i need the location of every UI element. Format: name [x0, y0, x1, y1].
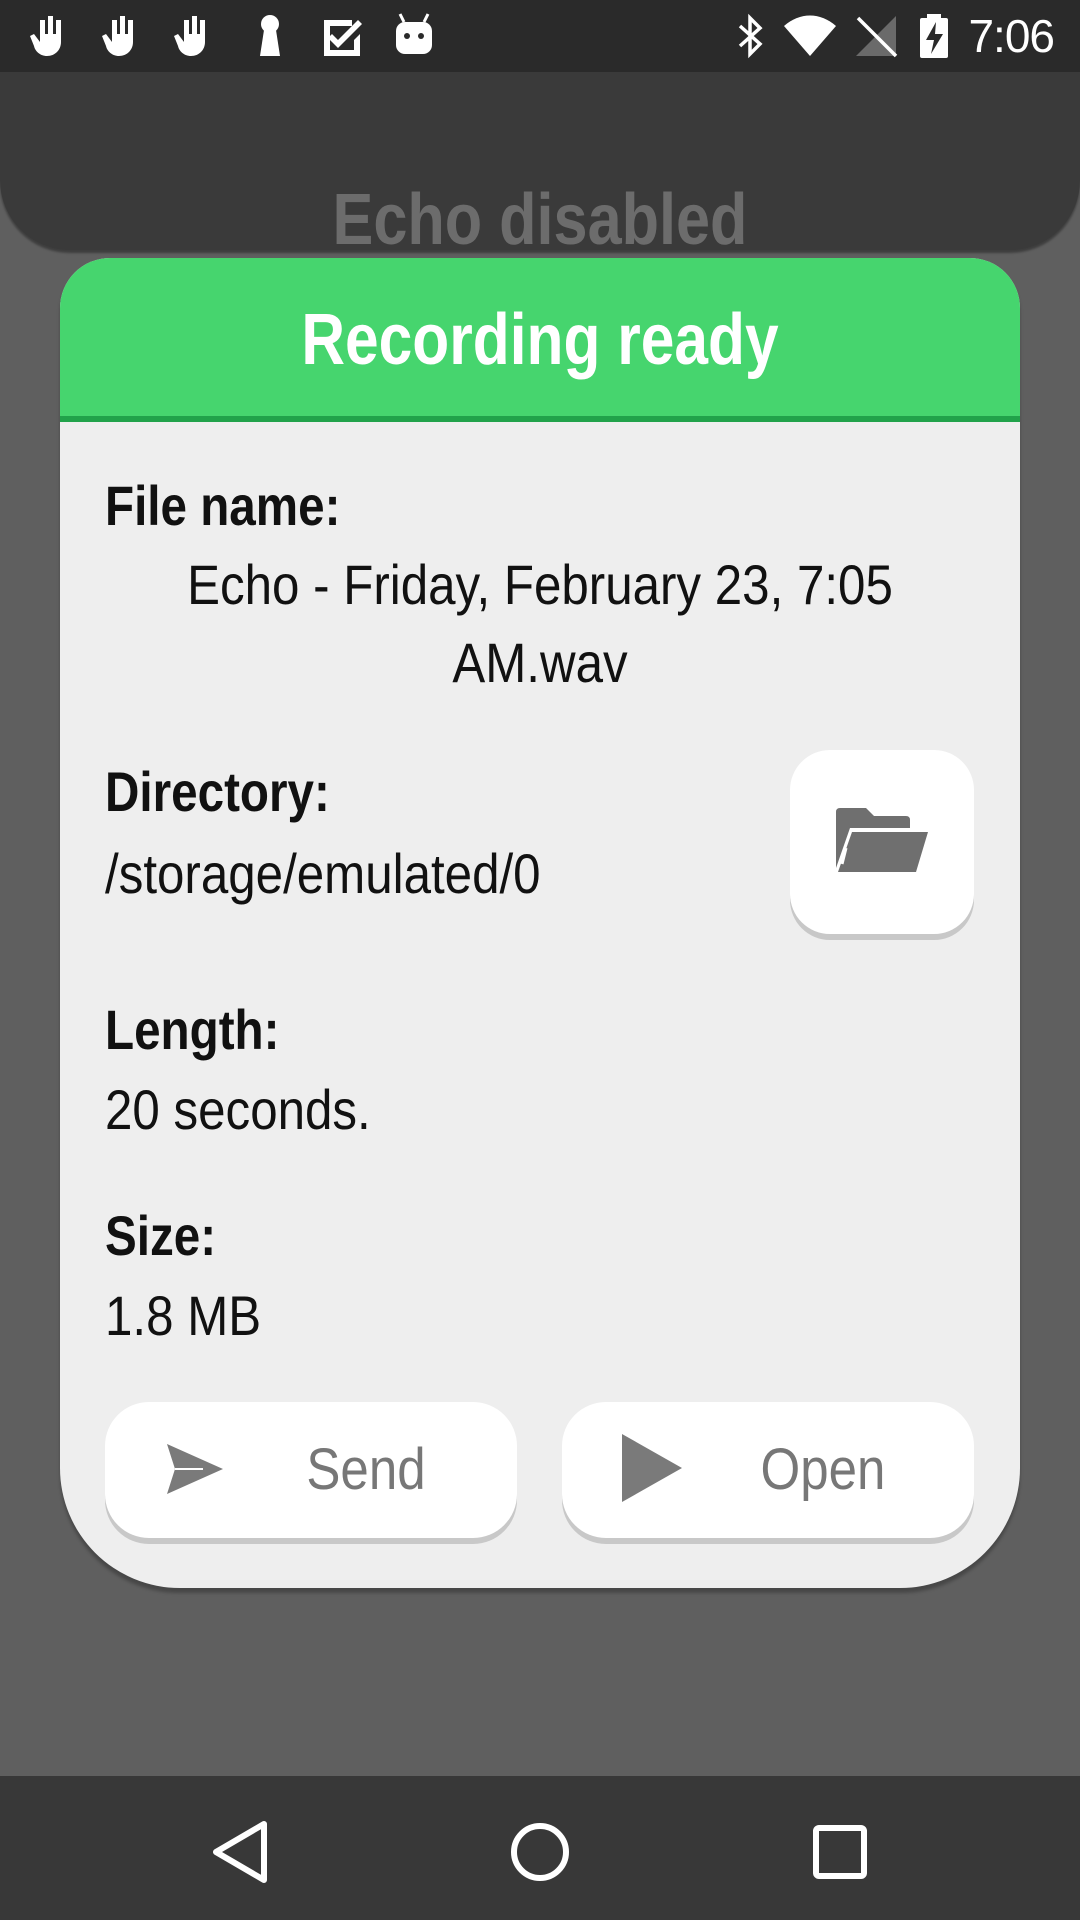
- dialog-header: Recording ready: [60, 258, 1020, 422]
- file-name-value-line2: AM.wav: [452, 631, 628, 694]
- size-label: Size:: [105, 1204, 217, 1267]
- file-name-value-line1: Echo - Friday, February 23, 7:05: [187, 553, 893, 616]
- send-icon: [167, 1444, 223, 1494]
- status-time: 7:06: [968, 10, 1055, 62]
- dialog-title: Recording ready: [301, 300, 779, 380]
- play-icon: [622, 1434, 682, 1502]
- file-name-label: File name:: [105, 474, 341, 537]
- android-icon: [396, 13, 432, 54]
- length-value: 20 seconds.: [105, 1078, 371, 1141]
- size-value: 1.8 MB: [105, 1284, 262, 1347]
- length-label: Length:: [105, 998, 280, 1061]
- directory-label: Directory:: [105, 760, 330, 823]
- open-button[interactable]: Open: [562, 1402, 974, 1538]
- battery-charging-icon: [920, 14, 948, 58]
- hand-notification-icon: [174, 16, 205, 56]
- folder-icon: [836, 808, 928, 872]
- navigation-bar: [0, 1776, 1080, 1920]
- back-icon[interactable]: [202, 1812, 282, 1892]
- background-header: Echo disabled: [0, 72, 1080, 250]
- bluetooth-icon: [738, 13, 763, 59]
- open-button-label: Open: [760, 1437, 886, 1502]
- background-header-title: Echo disabled: [332, 180, 748, 250]
- recording-ready-dialog: Recording ready File name: Echo - Friday…: [60, 258, 1020, 1588]
- choose-directory-button[interactable]: [790, 750, 974, 934]
- keyhole-icon: [260, 15, 280, 56]
- directory-value: /storage/emulated/0: [105, 842, 541, 905]
- checkbox-icon: [324, 20, 362, 56]
- recents-icon[interactable]: [800, 1812, 880, 1892]
- status-bar: 7:06: [0, 0, 1080, 72]
- home-icon[interactable]: [500, 1812, 580, 1892]
- send-button-label: Send: [306, 1437, 426, 1502]
- send-button[interactable]: Send: [105, 1402, 517, 1538]
- no-signal-icon: [856, 16, 898, 58]
- hand-notification-icon: [30, 16, 61, 56]
- wifi-icon: [784, 15, 836, 56]
- hand-notification-icon: [102, 16, 133, 56]
